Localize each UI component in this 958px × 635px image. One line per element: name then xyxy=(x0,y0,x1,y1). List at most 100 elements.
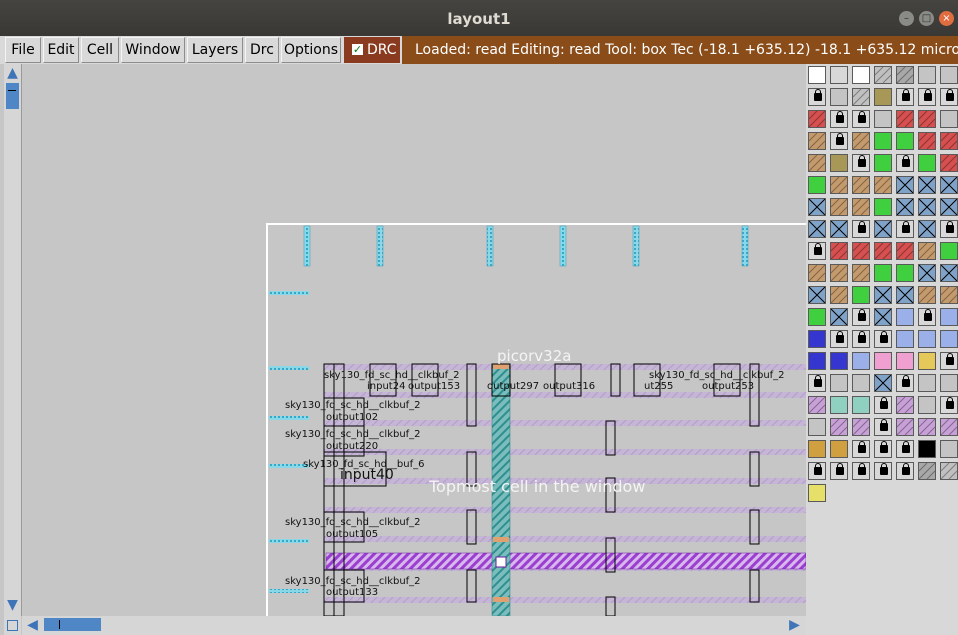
layer-swatch[interactable] xyxy=(830,198,848,216)
minimize-icon[interactable]: – xyxy=(899,11,914,26)
layer-swatch[interactable] xyxy=(896,220,914,238)
scroll-right-icon[interactable]: ▶ xyxy=(786,617,803,634)
layer-swatch[interactable] xyxy=(896,264,914,282)
layer-swatch[interactable] xyxy=(896,374,914,392)
menu-file[interactable]: File xyxy=(5,37,41,63)
layer-swatch[interactable] xyxy=(896,308,914,326)
layer-swatch[interactable] xyxy=(830,330,848,348)
layer-swatch[interactable] xyxy=(852,242,870,260)
layer-swatch[interactable] xyxy=(808,88,826,106)
layer-swatch[interactable] xyxy=(874,198,892,216)
layer-swatch[interactable] xyxy=(896,462,914,480)
layer-swatch[interactable] xyxy=(874,242,892,260)
layer-swatch[interactable] xyxy=(874,286,892,304)
layer-swatch[interactable] xyxy=(918,132,936,150)
layer-swatch[interactable] xyxy=(874,132,892,150)
drc-checkbox[interactable]: ✓ xyxy=(352,44,363,55)
menu-edit[interactable]: Edit xyxy=(43,37,79,63)
layout-canvas[interactable]: picorv32a Topmost cell in the window sky… xyxy=(22,64,806,616)
horizontal-scrollbar[interactable]: ◀ ▶ xyxy=(22,616,806,635)
layer-swatch[interactable] xyxy=(808,110,826,128)
layer-swatch[interactable] xyxy=(808,198,826,216)
layer-swatch[interactable] xyxy=(808,264,826,282)
layer-swatch[interactable] xyxy=(852,154,870,172)
vertical-scroll-thumb[interactable] xyxy=(6,83,19,109)
layer-swatch[interactable] xyxy=(874,462,892,480)
layer-swatch[interactable] xyxy=(896,110,914,128)
layer-swatch[interactable] xyxy=(940,396,958,414)
layer-swatch[interactable] xyxy=(940,176,958,194)
layer-swatch[interactable] xyxy=(874,440,892,458)
layer-swatch[interactable] xyxy=(852,286,870,304)
layer-swatch[interactable] xyxy=(896,176,914,194)
layer-swatch[interactable] xyxy=(874,88,892,106)
layer-swatch[interactable] xyxy=(896,154,914,172)
layer-swatch[interactable] xyxy=(830,396,848,414)
layer-swatch[interactable] xyxy=(918,88,936,106)
layer-swatch[interactable] xyxy=(808,396,826,414)
layer-swatch[interactable] xyxy=(830,462,848,480)
layer-swatch[interactable] xyxy=(940,198,958,216)
layer-swatch[interactable] xyxy=(852,264,870,282)
layer-swatch[interactable] xyxy=(896,132,914,150)
layer-swatch[interactable] xyxy=(808,352,826,370)
close-icon[interactable]: × xyxy=(939,11,954,26)
vertical-scrollbar[interactable]: ▲ ▼ xyxy=(4,64,22,616)
layer-swatch[interactable] xyxy=(874,374,892,392)
layer-swatch[interactable] xyxy=(896,418,914,436)
layer-swatch[interactable] xyxy=(896,242,914,260)
layer-swatch[interactable] xyxy=(852,462,870,480)
zoom-box-icon[interactable] xyxy=(7,620,18,631)
layer-swatch[interactable] xyxy=(940,286,958,304)
layer-swatch[interactable] xyxy=(808,220,826,238)
layer-swatch[interactable] xyxy=(918,110,936,128)
layer-swatch[interactable] xyxy=(830,418,848,436)
layer-swatch[interactable] xyxy=(874,154,892,172)
layer-swatch[interactable] xyxy=(874,264,892,282)
menu-drc[interactable]: Drc xyxy=(245,37,279,63)
scroll-down-icon[interactable]: ▼ xyxy=(4,597,21,614)
maximize-icon[interactable]: □ xyxy=(919,11,934,26)
layer-swatch[interactable] xyxy=(940,110,958,128)
layer-swatch[interactable] xyxy=(940,88,958,106)
layer-swatch[interactable] xyxy=(830,66,848,84)
layer-swatch[interactable] xyxy=(940,418,958,436)
layer-swatch[interactable] xyxy=(874,330,892,348)
layer-swatch[interactable] xyxy=(918,66,936,84)
layer-swatch[interactable] xyxy=(830,440,848,458)
layer-swatch[interactable] xyxy=(896,330,914,348)
layer-swatch[interactable] xyxy=(918,242,936,260)
layer-swatch[interactable] xyxy=(830,132,848,150)
layer-swatch[interactable] xyxy=(940,220,958,238)
layer-swatch[interactable] xyxy=(808,176,826,194)
layer-swatch[interactable] xyxy=(940,264,958,282)
layer-swatch[interactable] xyxy=(918,176,936,194)
layer-swatch[interactable] xyxy=(940,462,958,480)
layer-swatch[interactable] xyxy=(808,374,826,392)
menu-window[interactable]: Window xyxy=(121,37,185,63)
layer-swatch[interactable] xyxy=(874,66,892,84)
layer-swatch[interactable] xyxy=(918,198,936,216)
layer-swatch[interactable] xyxy=(918,440,936,458)
layer-swatch[interactable] xyxy=(852,110,870,128)
layer-swatch[interactable] xyxy=(808,132,826,150)
layer-swatch[interactable] xyxy=(830,88,848,106)
layer-swatch[interactable] xyxy=(874,176,892,194)
scroll-up-icon[interactable]: ▲ xyxy=(4,65,21,82)
layer-swatch[interactable] xyxy=(830,110,848,128)
layer-swatch[interactable] xyxy=(896,198,914,216)
layer-swatch[interactable] xyxy=(852,396,870,414)
layer-swatch[interactable] xyxy=(830,154,848,172)
layer-swatch[interactable] xyxy=(852,352,870,370)
layer-swatch[interactable] xyxy=(830,374,848,392)
layer-swatch[interactable] xyxy=(874,352,892,370)
layer-swatch[interactable] xyxy=(940,242,958,260)
layer-swatch[interactable] xyxy=(874,308,892,326)
layer-swatch[interactable] xyxy=(808,154,826,172)
layer-swatch[interactable] xyxy=(808,242,826,260)
layer-swatch[interactable] xyxy=(918,154,936,172)
layer-swatch[interactable] xyxy=(852,220,870,238)
menu-options[interactable]: Options xyxy=(281,37,341,63)
layer-swatch[interactable] xyxy=(852,330,870,348)
layer-swatch[interactable] xyxy=(852,198,870,216)
